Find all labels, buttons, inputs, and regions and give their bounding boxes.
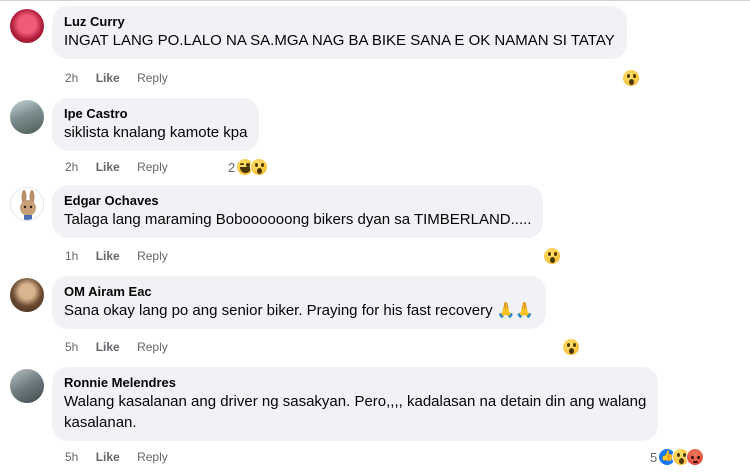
reply-button[interactable]: Reply [137,249,168,263]
comment-text-continued: kasalanan. [64,414,137,431]
comment-bubble: Ipe Castro siklista knalang kamote kpa [52,98,260,151]
comment-actions: 5h Like Reply [65,340,168,354]
comment-text: Sana okay lang po ang senior biker. Pray… [64,302,535,319]
reaction-summary[interactable]: 2 [228,158,269,176]
reaction-count: 2 [228,159,236,175]
comment-time[interactable]: 2h [65,160,78,174]
reaction-summary[interactable] [543,247,561,265]
like-button[interactable]: Like [96,450,120,464]
comment-text: Walang kasalanan ang driver ng sasakyan.… [64,393,647,410]
wow-reaction-icon [622,69,640,87]
comment-text: Talaga lang maraming Boboooooong bikers … [64,211,532,228]
reaction-summary[interactable] [562,338,580,356]
reply-button[interactable]: Reply [137,160,168,174]
comment-bubble: Ronnie Melendres Walang kasalanan ang dr… [52,367,659,441]
comment-author[interactable]: Ipe Castro [64,105,247,122]
comment-actions: 2h Like Reply [65,71,168,85]
comment-text: siklista knalang kamote kpa [64,124,248,141]
rabbit-icon [20,190,36,220]
comment-actions: 5h Like Reply [65,450,168,464]
wow-reaction-icon [543,247,561,265]
reply-button[interactable]: Reply [137,340,168,354]
comment-actions: 1h Like Reply [65,249,168,263]
reaction-count: 5 [650,449,658,465]
comment-time[interactable]: 2h [65,71,78,85]
comment-author[interactable]: OM Airam Eac [64,283,534,300]
top-divider [0,0,750,1]
comment-author[interactable]: Ronnie Melendres [64,374,646,391]
reaction-summary[interactable]: 5 👍 [650,448,705,466]
comment-time[interactable]: 1h [65,249,78,263]
avatar[interactable] [10,9,44,43]
like-button[interactable]: Like [96,340,120,354]
comment-author[interactable]: Edgar Ochaves [64,192,531,209]
avatar[interactable] [10,187,44,221]
avatar[interactable] [10,278,44,312]
reply-button[interactable]: Reply [137,450,168,464]
comment-bubble: OM Airam Eac Sana okay lang po ang senio… [52,276,547,329]
comment-author[interactable]: Luz Curry [64,13,615,30]
like-button[interactable]: Like [96,160,120,174]
avatar[interactable] [10,369,44,403]
like-button[interactable]: Like [96,71,120,85]
comment-actions: 2h Like Reply [65,160,168,174]
comment-time[interactable]: 5h [65,450,78,464]
wow-reaction-icon [562,338,580,356]
comment-text: INGAT LANG PO.LALO NA SA.MGA NAG BA BIKE… [64,32,615,49]
reply-button[interactable]: Reply [137,71,168,85]
angry-reaction-icon [686,448,705,466]
like-button[interactable]: Like [96,249,120,263]
comment-time[interactable]: 5h [65,340,78,354]
comment-bubble: Edgar Ochaves Talaga lang maraming Boboo… [52,185,544,238]
wow-reaction-icon [250,158,269,176]
avatar[interactable] [10,100,44,134]
reaction-summary[interactable] [622,69,640,87]
comment-bubble: Luz Curry INGAT LANG PO.LALO NA SA.MGA N… [52,6,627,59]
